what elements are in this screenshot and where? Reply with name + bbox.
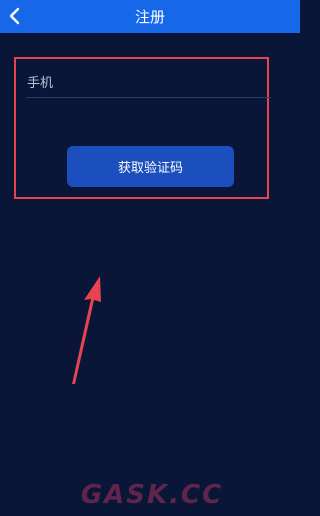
page-title: 注册 bbox=[134, 8, 165, 26]
get-verification-code-button[interactable]: 获取验证码 bbox=[67, 146, 234, 187]
watermark-text: GASK.CC bbox=[80, 480, 224, 510]
phone-input[interactable] bbox=[26, 70, 271, 97]
navigation-bar: 注册 bbox=[0, 0, 300, 33]
phone-field[interactable] bbox=[26, 70, 271, 98]
register-screen: 注册 获取验证码 GASK.CC bbox=[0, 0, 300, 516]
chevron-left-icon bbox=[9, 7, 20, 25]
back-button[interactable] bbox=[4, 3, 26, 29]
red-arrow-annotation bbox=[72, 276, 101, 384]
